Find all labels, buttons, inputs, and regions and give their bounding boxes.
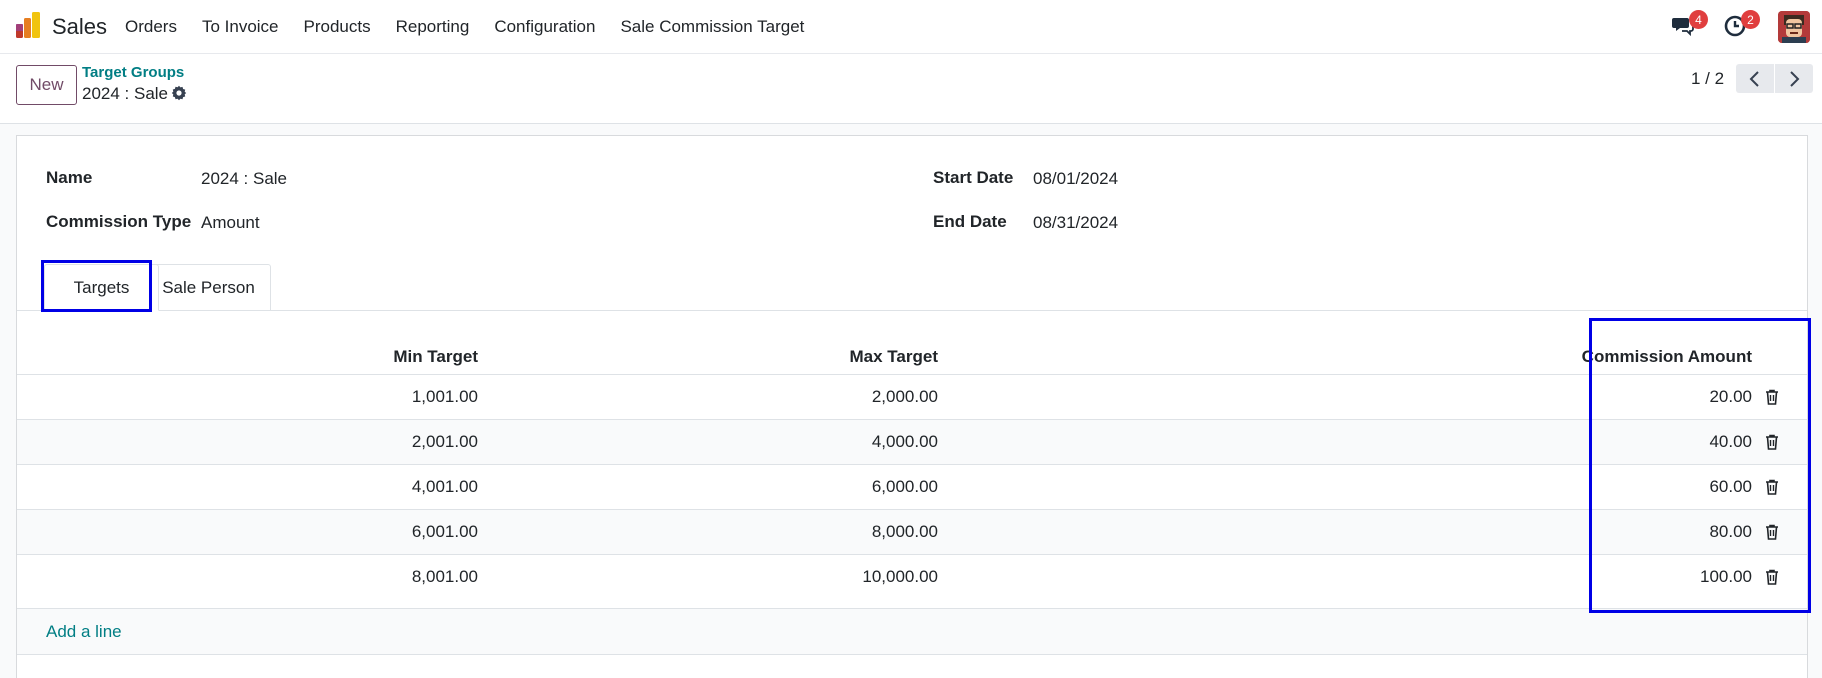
min-target-cell[interactable]: 4,001.00	[412, 477, 478, 497]
min-target-cell[interactable]: 6,001.00	[412, 522, 478, 542]
table-row[interactable]: 1,001.00 2,000.00 20.00	[17, 374, 1807, 419]
trash-icon[interactable]	[1765, 479, 1779, 495]
end-date-field[interactable]: 08/31/2024	[1033, 213, 1118, 233]
control-panel: New Target Groups 2024 : Sale 1 / 2	[0, 54, 1822, 124]
pager-next-button[interactable]	[1775, 64, 1813, 93]
commission-amount-cell[interactable]: 60.00	[1709, 477, 1752, 497]
pager-previous-button[interactable]	[1736, 64, 1774, 93]
form-sheet: Name 2024 : Sale Commission Type Amount …	[16, 135, 1808, 678]
min-target-cell[interactable]: 2,001.00	[412, 432, 478, 452]
table-row[interactable]: 2,001.00 4,000.00 40.00	[17, 419, 1807, 464]
activities-count-badge: 2	[1741, 10, 1760, 29]
commission-type-label: Commission Type	[46, 212, 192, 231]
min-target-cell[interactable]: 1,001.00	[412, 387, 478, 407]
app-name[interactable]: Sales	[52, 14, 107, 40]
sales-app-icon[interactable]	[14, 12, 42, 40]
add-a-line-link[interactable]: Add a line	[46, 622, 122, 642]
record-title: 2024 : Sale	[82, 84, 169, 103]
commission-amount-cell[interactable]: 40.00	[1709, 432, 1752, 452]
top-navbar: Sales Orders To Invoice Products Reporti…	[0, 0, 1822, 54]
trash-icon[interactable]	[1765, 524, 1779, 540]
table-row[interactable]: 8,001.00 10,000.00 100.00	[17, 554, 1807, 599]
start-date-field[interactable]: 08/01/2024	[1033, 169, 1118, 189]
breadcrumb-target-groups[interactable]: Target Groups	[82, 64, 184, 81]
add-line-row: Add a line	[17, 608, 1807, 654]
tab-targets[interactable]: Targets	[44, 264, 159, 311]
gear-icon[interactable]	[171, 85, 187, 101]
column-header-max-target[interactable]: Max Target	[850, 347, 939, 367]
min-target-cell[interactable]: 8,001.00	[412, 567, 478, 587]
max-target-cell[interactable]: 6,000.00	[872, 477, 938, 497]
name-label: Name	[46, 168, 93, 187]
user-avatar[interactable]	[1778, 11, 1810, 43]
commission-type-field[interactable]: Amount	[201, 213, 260, 233]
trash-icon[interactable]	[1765, 434, 1779, 450]
avatar-image	[1778, 11, 1810, 43]
main-menu: Orders To Invoice Products Reporting Con…	[125, 17, 829, 37]
max-target-cell[interactable]: 2,000.00	[872, 387, 938, 407]
column-header-commission-amount[interactable]: Commission Amount	[1582, 347, 1752, 367]
menu-to-invoice[interactable]: To Invoice	[202, 17, 279, 37]
chevron-left-icon	[1749, 70, 1759, 87]
chevron-right-icon	[1790, 70, 1800, 87]
max-target-cell[interactable]: 4,000.00	[872, 432, 938, 452]
trash-icon[interactable]	[1765, 569, 1779, 585]
end-date-label: End Date	[933, 212, 1007, 231]
commission-amount-cell[interactable]: 100.00	[1700, 567, 1752, 587]
menu-products[interactable]: Products	[304, 17, 371, 37]
menu-orders[interactable]: Orders	[125, 17, 177, 37]
table-row[interactable]: 6,001.00 8,000.00 80.00	[17, 509, 1807, 554]
commission-amount-cell[interactable]: 80.00	[1709, 522, 1752, 542]
column-header-min-target[interactable]: Min Target	[393, 347, 478, 367]
menu-reporting[interactable]: Reporting	[396, 17, 470, 37]
trash-icon[interactable]	[1765, 389, 1779, 405]
name-field[interactable]: 2024 : Sale	[201, 169, 287, 189]
table-row[interactable]: 4,001.00 6,000.00 60.00	[17, 464, 1807, 509]
menu-configuration[interactable]: Configuration	[494, 17, 595, 37]
messages-button[interactable]: 4	[1671, 10, 1708, 42]
max-target-cell[interactable]: 8,000.00	[872, 522, 938, 542]
messages-count-badge: 4	[1689, 10, 1708, 29]
table-bottom-divider	[17, 654, 1807, 655]
max-target-cell[interactable]: 10,000.00	[862, 567, 938, 587]
commission-amount-cell[interactable]: 20.00	[1709, 387, 1752, 407]
pager-value[interactable]: 1 / 2	[1691, 69, 1724, 89]
menu-sale-commission-target[interactable]: Sale Commission Target	[620, 17, 804, 37]
new-button[interactable]: New	[16, 65, 77, 105]
activities-button[interactable]: 2	[1723, 10, 1760, 42]
start-date-label: Start Date	[933, 168, 1014, 187]
tabs-divider	[17, 310, 1807, 311]
tab-sale-person[interactable]: Sale Person	[146, 264, 271, 311]
